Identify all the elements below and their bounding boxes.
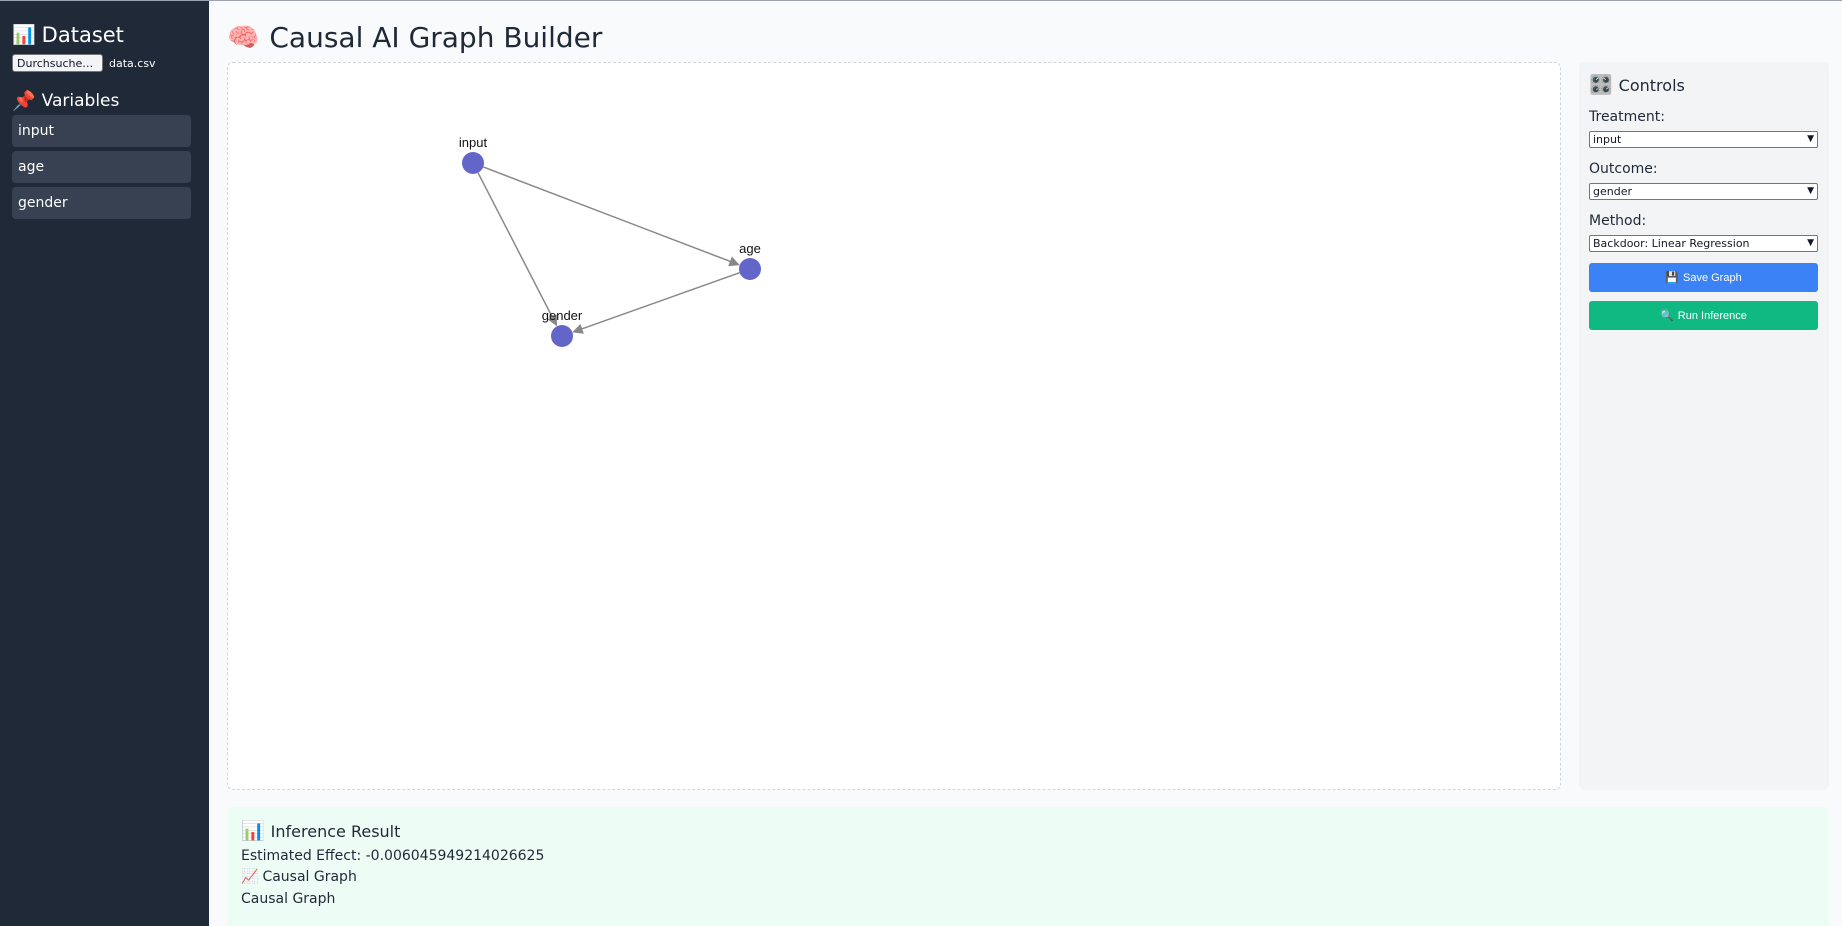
outcome-select[interactable]: gender ▼ [1589, 183, 1818, 200]
graph-node-age[interactable] [739, 258, 761, 280]
brain-icon: 🧠 [227, 22, 260, 53]
variables-title: Variables [41, 91, 120, 111]
selected-file-name: data.csv [109, 56, 156, 70]
inference-result-panel: 📊 Inference Result Estimated Effect: -0.… [227, 807, 1829, 926]
line-chart-icon: 📈 [241, 869, 259, 885]
variable-list: input age gender [12, 115, 191, 223]
save-graph-label: Save Graph [1683, 271, 1742, 284]
method-value: Backdoor: Linear Regression [1593, 237, 1750, 250]
bar-chart-icon: 📊 [12, 23, 36, 46]
floppy-disk-icon: 💾 [1665, 272, 1679, 284]
outcome-value: gender [1593, 185, 1632, 198]
estimated-effect: Estimated Effect: -0.006045949214026625 [241, 848, 545, 864]
control-knobs-icon: 🎛️ [1589, 74, 1613, 96]
causal-graph-text: Causal Graph [241, 891, 336, 907]
causal-graph: input age gender [459, 135, 761, 347]
magnifier-icon: 🔍 [1660, 310, 1674, 322]
chevron-down-icon: ▼ [1807, 134, 1814, 144]
page-title-text: Causal AI Graph Builder [269, 21, 603, 54]
graph-node-input[interactable] [462, 152, 484, 174]
treatment-label: Treatment: [1589, 109, 1665, 125]
variables-heading: 📌 Variables [12, 91, 119, 111]
causal-graph-heading: 📈 Causal Graph [241, 869, 357, 885]
method-label: Method: [1589, 213, 1647, 229]
main-area: 🧠 Causal AI Graph Builder input age gender… [209, 1, 1842, 926]
graph-node-label-gender: gender [542, 308, 583, 323]
graph-canvas[interactable]: input age gender [227, 62, 1561, 790]
variable-item-gender[interactable]: gender [12, 187, 191, 219]
file-picker: Durchsuchen... data.csv [12, 54, 156, 72]
graph-nodes: input age gender [459, 135, 761, 347]
graph-edge-input-to-gender[interactable] [477, 172, 558, 327]
sidebar: 📊 Dataset Durchsuchen... data.csv 📌 Vari… [0, 1, 209, 926]
graph-node-gender[interactable] [551, 325, 573, 347]
outcome-label: Outcome: [1589, 161, 1658, 177]
chevron-down-icon: ▼ [1807, 186, 1814, 196]
chevron-down-icon: ▼ [1807, 238, 1814, 248]
treatment-value: input [1593, 133, 1622, 146]
graph-node-label-age: age [739, 241, 761, 256]
controls-panel: 🎛️ Controls Treatment: input ▼ Outcome: … [1579, 62, 1829, 790]
causal-graph-heading-text: Causal Graph [262, 869, 357, 885]
run-inference-label: Run Inference [1677, 309, 1747, 322]
pushpin-icon: 📌 [12, 89, 36, 112]
inference-result-heading: 📊 Inference Result [241, 820, 401, 842]
controls-heading: 🎛️ Controls [1589, 74, 1685, 96]
bar-chart-icon: 📊 [241, 820, 265, 842]
controls-title: Controls [1618, 76, 1685, 95]
inference-result-title: Inference Result [270, 822, 401, 841]
browse-file-button[interactable]: Durchsuchen... [12, 54, 103, 72]
variable-item-age[interactable]: age [12, 151, 191, 183]
graph-edge-age-to-gender[interactable] [572, 271, 740, 334]
page-title: 🧠 Causal AI Graph Builder [227, 21, 602, 54]
variable-item-input[interactable]: input [12, 115, 191, 147]
dataset-title: Dataset [41, 23, 124, 47]
graph-node-label-input: input [459, 135, 488, 150]
graph-edges [477, 166, 740, 334]
run-inference-button[interactable]: 🔍 Run Inference [1589, 301, 1818, 330]
method-select[interactable]: Backdoor: Linear Regression ▼ [1589, 235, 1818, 252]
save-graph-button[interactable]: 💾 Save Graph [1589, 263, 1818, 292]
graph-edge-input-to-age[interactable] [483, 166, 740, 267]
treatment-select[interactable]: input ▼ [1589, 131, 1818, 148]
dataset-heading: 📊 Dataset [12, 23, 124, 47]
